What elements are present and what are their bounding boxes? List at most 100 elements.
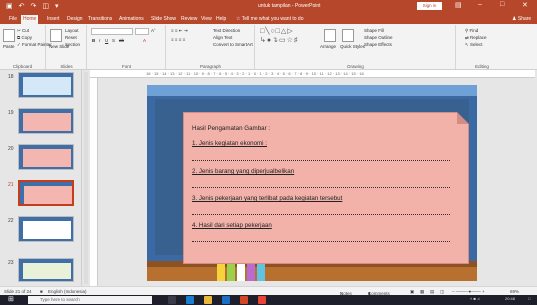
quick-access-toolbar: ▣ ↶ ↷ ◫ ▾ [6,2,59,11]
tab-review[interactable]: Review [179,15,199,24]
clock[interactable]: 20:48 [505,296,515,301]
arrange-icon[interactable] [324,29,336,42]
font-color-icon[interactable]: A [143,38,146,43]
drawing-group: □╲○□△▷ ↳●↴▭☆♯ Arrange Quick Styles Shape… [256,25,456,69]
answer-line-4 [192,241,450,242]
share-label: Share [517,16,532,22]
tab-insert[interactable]: Insert [45,15,62,24]
bold-icon[interactable]: B [92,38,95,43]
slides-group: New Slide Layout Reset Section Slides [47,25,87,69]
slide-thumbnail-20[interactable] [18,144,74,170]
question-2: 2. Jenis barang yang diperjualbelikan [192,168,295,175]
thumb-number: 21 [8,182,14,188]
tab-animations[interactable]: Animations [117,15,146,24]
paste-icon[interactable] [3,29,15,42]
editing-group: ⚲ Find ⇄ Replace ↖ Select Editing [457,25,507,69]
shape-outline-button[interactable]: Shape Outline [364,35,393,40]
strikethrough-icon[interactable]: ab [119,38,124,43]
slide-thumbnail-21[interactable] [18,180,74,206]
tab-file[interactable]: File [7,15,19,24]
customize-qat-icon[interactable]: ▾ [55,2,59,11]
find-button[interactable]: ⚲ Find [465,28,478,34]
zoom-level[interactable]: 69% [510,289,519,294]
font-name-box[interactable] [91,28,133,35]
align-icons[interactable]: ≡ ≡ ≡ ≡ [171,37,185,42]
replace-button[interactable]: ⇄ Replace [465,35,487,41]
document-title: untuk tampilan - PowerPoint [258,3,321,9]
tab-slide-show[interactable]: Slide Show [149,15,178,24]
quick-styles-button[interactable]: Quick Styles [340,44,365,49]
slide-21[interactable]: Hasil Pengamatan Gambar : 1. Jenis kegia… [147,85,477,281]
select-button[interactable]: ↖ Select [465,42,483,48]
notification-icon[interactable]: □ [528,296,530,301]
paste-button[interactable]: Paste [3,44,15,49]
arrange-button[interactable]: Arrange [320,44,336,49]
undo-icon[interactable]: ↶ [19,2,25,11]
grow-font-icon[interactable]: Aˆ [151,28,156,33]
question-4: 4. Hasil dari setiap pekerjaan [192,222,272,229]
status-bar: Slide 21 of 24 ■ English (Indonesia) ≡ N… [0,286,537,296]
shapes-gallery-row2-icon[interactable]: ↳●↴▭☆♯ [260,36,298,44]
title-bar: ▣ ↶ ↷ ◫ ▾ untuk tampilan - PowerPoint Si… [0,0,537,13]
font-size-box[interactable] [135,28,149,35]
thumbnail-scrollbar[interactable] [84,72,88,284]
new-slide-icon[interactable] [50,29,62,42]
slide-thumbnail-23[interactable] [18,258,74,282]
copy-button[interactable]: ⧉ Copy [17,35,32,40]
tab-design[interactable]: Design [65,15,85,24]
smartart-button[interactable]: Convert to SmartArt [213,42,253,47]
shapes-gallery-icon[interactable]: □╲○□△▷ [260,27,294,35]
thumb-number: 22 [8,218,14,224]
slide-thumbnail-pane: 18 19 20 21 22 23 [0,70,82,286]
tab-transitions[interactable]: Transitions [86,15,114,24]
sign-in-button[interactable]: Sign in [417,2,442,10]
text-direction-button[interactable]: Text Direction [213,28,240,33]
system-tray-icons[interactable]: ˄ ■ ♫ [470,296,480,301]
underline-icon[interactable]: U [105,38,108,43]
minimize-icon[interactable]: – [478,1,482,8]
powerpoint-icon[interactable] [240,296,248,304]
italic-icon[interactable]: I [99,38,100,43]
tab-home[interactable]: Home [21,15,39,24]
share-button[interactable]: ♟ Share [510,15,533,24]
ribbon: Paste ✂ Cut ⧉ Copy ✓ Format Painter Clip… [0,24,537,70]
tell-me-search[interactable]: ☆ Tell me what you want to do [234,15,305,24]
bullets-icon[interactable]: ≡ ≡ ⇤ ⇥ [171,28,188,34]
edge-icon[interactable] [186,296,194,304]
tab-help[interactable]: Help [214,15,228,24]
quick-styles-icon[interactable] [342,29,354,42]
task-view-icon[interactable] [168,296,176,304]
windows-start-icon[interactable]: ⊞ [8,295,14,303]
cut-button[interactable]: ✂ Cut [17,28,29,34]
layout-button[interactable]: Layout [65,28,79,33]
slide-thumbnail-18[interactable] [18,72,74,98]
language-indicator[interactable]: English (Indonesia) [48,289,87,294]
slide-thumbnail-19[interactable] [18,108,74,134]
ribbon-display-options-icon[interactable]: ▤ [455,1,462,9]
close-icon[interactable]: ✕ [522,1,528,9]
thumb-number: 19 [8,110,14,116]
shape-effects-button[interactable]: Shape Effects [364,42,392,47]
word-icon[interactable] [222,296,230,304]
clipboard-group: Paste ✂ Cut ⧉ Copy ✓ Format Painter Clip… [0,25,52,69]
taskbar-search-input[interactable]: Type here to search [28,296,152,304]
tab-view[interactable]: View [199,15,214,24]
shape-fill-button[interactable]: Shape Fill [364,28,384,33]
slide-thumbnail-22[interactable] [18,216,74,242]
observation-textbox[interactable]: Hasil Pengamatan Gambar : 1. Jenis kegia… [183,112,469,264]
question-1: 1. Jenis kegiatan ekonomi : [192,140,267,147]
maximize-icon[interactable]: □ [500,1,504,8]
save-icon[interactable]: ▣ [6,2,13,11]
answer-line-3 [192,214,450,215]
reset-button[interactable]: Reset [65,35,77,40]
file-explorer-icon[interactable] [204,296,212,304]
redo-icon[interactable]: ↷ [31,2,37,11]
section-button[interactable]: Section [65,42,80,47]
zoom-slider[interactable]: – ────●─── + [452,289,485,294]
chrome-icon[interactable] [258,296,266,304]
shadow-icon[interactable]: S [112,38,115,43]
proofing-icon[interactable]: ■ [40,289,43,294]
align-text-button[interactable]: Align Text [213,35,232,40]
start-slideshow-icon[interactable]: ◫ [42,2,49,11]
vertical-ruler [90,78,98,286]
